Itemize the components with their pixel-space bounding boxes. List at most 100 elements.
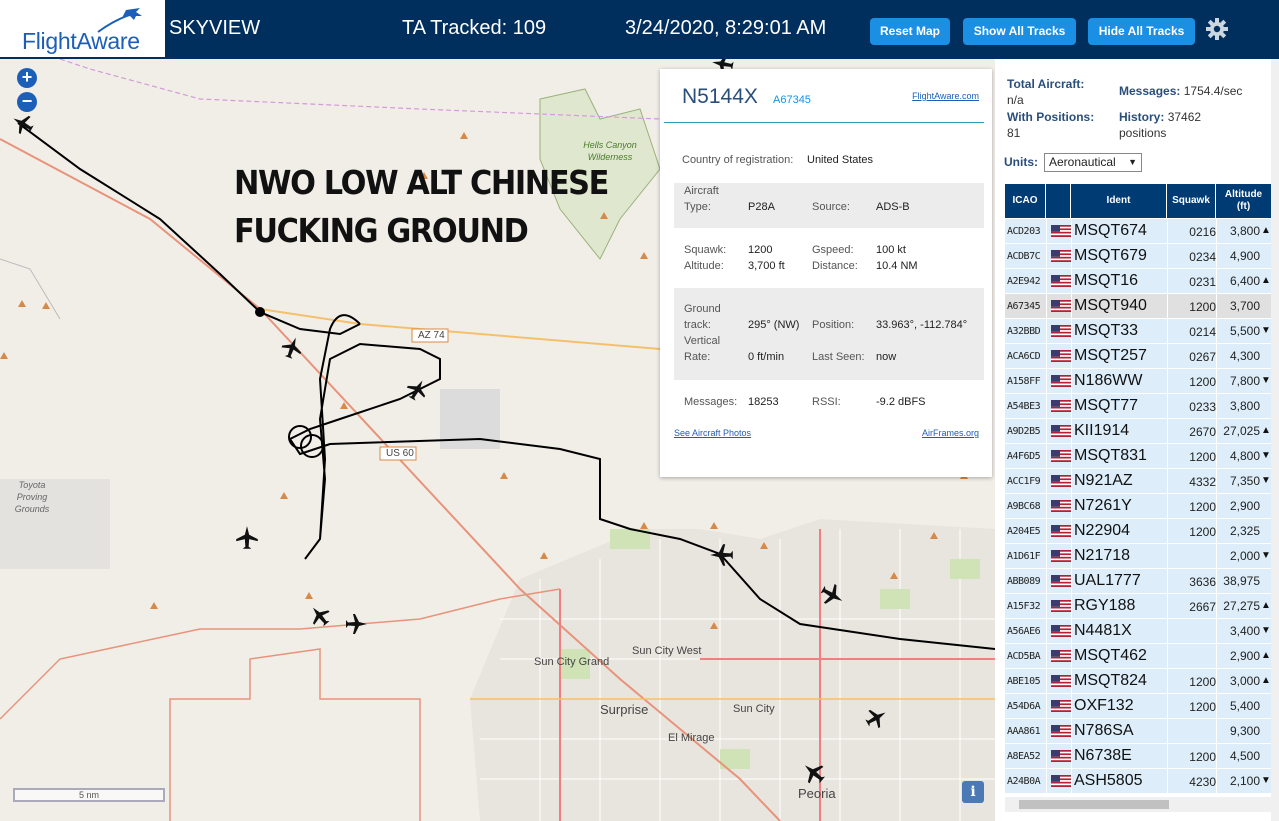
ident-cell: MSQT824	[1074, 672, 1147, 689]
table-row[interactable]: A56AE6 N4481X 3,400 ▼	[1005, 619, 1271, 644]
table-row[interactable]: ACD5BA MSQT462 2,900 ▲	[1005, 644, 1271, 669]
column-divider	[1071, 444, 1072, 468]
column-divider	[1046, 369, 1047, 393]
table-row[interactable]: A54BE3 MSQT77 0233 3,800	[1005, 394, 1271, 419]
column-divider	[1046, 644, 1047, 668]
aircraft-icon[interactable]	[343, 611, 369, 637]
reset-map-button[interactable]: Reset Map	[870, 18, 950, 45]
column-divider	[1071, 769, 1072, 793]
table-row[interactable]: A158FF N186WW 1200 7,800 ▼	[1005, 369, 1271, 394]
flightaware-logo[interactable]: FlightAware	[0, 0, 165, 59]
aircraft-icon[interactable]	[233, 524, 261, 552]
horizontal-scrollbar[interactable]	[1005, 797, 1271, 812]
squawk-cell: 1200	[1189, 375, 1216, 389]
column-divider	[1071, 219, 1072, 243]
table-row[interactable]: A9D2B5 KII1914 2670 27,025 ▲	[1005, 419, 1271, 444]
table-row[interactable]: ACA6CD MSQT257 0267 4,300	[1005, 344, 1271, 369]
table-row[interactable]: ABB089 UAL1777 3636 38,975	[1005, 569, 1271, 594]
altitude-cell: 3,800	[1229, 224, 1260, 238]
table-row[interactable]: A32BBD MSQT33 0214 5,500 ▼	[1005, 319, 1271, 344]
table-row[interactable]: A1D61F N21718 2,000 ▼	[1005, 544, 1271, 569]
column-header-flag[interactable]	[1046, 184, 1070, 218]
icao-cell: A54BE3	[1007, 401, 1041, 412]
table-row[interactable]: A24B0A ASH5805 4230 2,100 ▼	[1005, 769, 1271, 794]
aircraft-icon[interactable]	[279, 335, 305, 361]
aircraft-icon[interactable]	[708, 541, 736, 569]
ident-cell: OXF132	[1074, 697, 1134, 714]
aircraft-icon[interactable]	[800, 759, 828, 787]
column-divider	[1071, 569, 1072, 593]
ident-cell: MSQT77	[1074, 397, 1139, 414]
units-select[interactable]: Aeronautical ▼	[1044, 153, 1142, 172]
aircraft-icon[interactable]	[818, 581, 846, 609]
info-button[interactable]: i	[962, 781, 984, 803]
squawk-cell: 2667	[1189, 600, 1216, 614]
column-header-altitude[interactable]: Altitude (ft)	[1216, 184, 1271, 218]
altitude-cell: 4,800	[1229, 449, 1260, 463]
column-divider	[1071, 419, 1072, 443]
scrollbar-thumb[interactable]	[1019, 800, 1169, 809]
aircraft-icon[interactable]	[863, 705, 889, 731]
table-row[interactable]: A8EA52 N6738E 1200 4,500	[1005, 744, 1271, 769]
table-row[interactable]: A54D6A OXF132 1200 5,400	[1005, 694, 1271, 719]
column-divider	[1216, 419, 1217, 443]
table-row[interactable]: ABE105 MSQT824 1200 3,000 ▲	[1005, 669, 1271, 694]
chevron-down-icon: ▼	[1128, 157, 1137, 167]
table-row[interactable]: A15F32 RGY188 2667 27,275 ▲	[1005, 594, 1271, 619]
aircraft-photos-link[interactable]: See Aircraft Photos	[674, 428, 751, 438]
position-value: 33.963°, -112.784°	[876, 319, 968, 331]
table-row[interactable]: ACC1F9 N921AZ 4332 7,350 ▼	[1005, 469, 1271, 494]
hide-all-tracks-button[interactable]: Hide All Tracks	[1088, 18, 1195, 45]
column-divider	[1071, 644, 1072, 668]
table-row[interactable]: ACD203 MSQT674 0216 3,800 ▲	[1005, 219, 1271, 244]
column-divider	[1167, 644, 1168, 668]
zoom-in-button[interactable]: +	[17, 68, 37, 88]
column-header-squawk[interactable]: Squawk	[1167, 184, 1215, 218]
column-divider	[1046, 444, 1047, 468]
vertical-rate-label-1: Vertical	[684, 335, 721, 347]
table-row[interactable]: A9BC68 N7261Y 1200 2,900	[1005, 494, 1271, 519]
aircraft-icon[interactable]	[10, 111, 36, 137]
column-divider	[1167, 619, 1168, 643]
altitude-cell: 3,800	[1229, 399, 1260, 413]
column-header-ident[interactable]: Ident	[1071, 184, 1166, 218]
aircraft-type-label-2: Type:	[684, 201, 711, 213]
aircraft-icon[interactable]	[307, 603, 333, 629]
altitude-cell: 9,300	[1229, 724, 1260, 738]
aircraft-hex[interactable]: A67345	[773, 94, 811, 106]
column-divider	[1167, 669, 1168, 693]
column-divider	[1167, 569, 1168, 593]
show-all-tracks-button[interactable]: Show All Tracks	[963, 18, 1076, 45]
table-row[interactable]: AAA861 N786SA 9,300	[1005, 719, 1271, 744]
table-row[interactable]: A4F6D5 MSQT831 1200 4,800 ▼	[1005, 444, 1271, 469]
road-label-us60: US 60	[386, 448, 414, 459]
road-label-az74: AZ 74	[418, 330, 445, 341]
vertical-scrollbar[interactable]	[1271, 59, 1279, 821]
column-divider	[1071, 544, 1072, 568]
zoom-out-button[interactable]: −	[17, 92, 37, 112]
altitude-value: 3,700 ft	[748, 260, 785, 272]
table-row[interactable]: A204E5 N22904 1200 2,325	[1005, 519, 1271, 544]
table-row[interactable]: A67345 MSQT940 1200 3,700	[1005, 294, 1271, 319]
table-row[interactable]: ACDB7C MSQT679 0234 4,900	[1005, 244, 1271, 269]
ident-cell: N921AZ	[1074, 472, 1133, 489]
squawk-cell: 3636	[1189, 575, 1216, 589]
airframes-link[interactable]: AirFrames.org	[922, 428, 979, 438]
column-divider	[1046, 694, 1047, 718]
squawk-cell: 0214	[1189, 325, 1216, 339]
flightaware-link[interactable]: FlightAware.com	[912, 91, 979, 101]
gear-icon[interactable]	[1204, 16, 1230, 42]
overlay-line-2: FUCKING GROUND	[234, 211, 529, 250]
ident-cell: UAL1777	[1074, 572, 1141, 589]
column-divider	[1071, 394, 1072, 418]
squawk-cell: 0231	[1189, 275, 1216, 289]
altitude-cell: 5,500	[1229, 324, 1260, 338]
aircraft-icon[interactable]	[404, 377, 430, 403]
column-header-icao[interactable]: ICAO	[1005, 184, 1045, 218]
history-unit: positions	[1119, 126, 1167, 140]
history-stat: History: 37462 positions	[1119, 109, 1201, 141]
altitude-label: Altitude:	[684, 260, 724, 272]
column-divider	[1216, 619, 1217, 643]
table-row[interactable]: A2E942 MSQT16 0231 6,400 ▲	[1005, 269, 1271, 294]
column-divider	[1071, 694, 1072, 718]
